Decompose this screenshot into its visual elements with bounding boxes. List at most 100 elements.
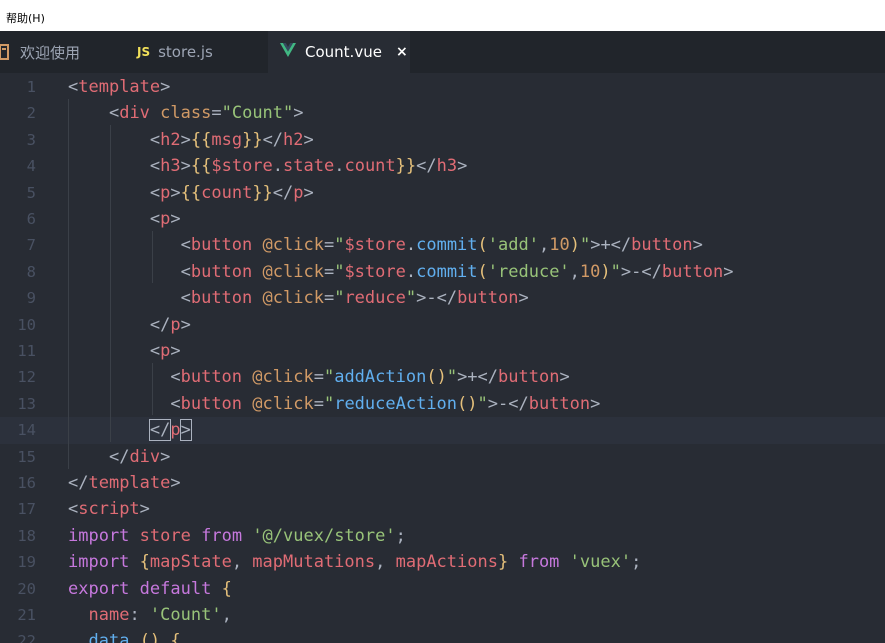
code-line[interactable]: 3 <h2>{{msg}}</h2> [0,127,885,153]
code-token: > [518,288,529,309]
line-number: 13 [17,394,36,413]
code-token: </ [272,182,294,203]
code-line[interactable]: 9 <button @click="reduce">-</button> [0,285,885,311]
code-token: reduce [344,288,406,309]
code-line[interactable]: 20 export default { [0,576,885,602]
code-line[interactable]: 13 <button @click="reduceAction()">-</bu… [0,391,885,417]
code-token: template [88,473,171,493]
code-token: p [170,420,181,441]
tab-count-vue[interactable]: Count.vue × [268,31,410,73]
code-token: > [160,77,171,97]
code-token: > [180,314,191,335]
line-number: 14 [17,421,36,440]
code-token: count [344,156,396,177]
code-line[interactable]: 7 <button @click="$store.commit('add',10… [0,232,885,258]
code-line[interactable]: 11 <p> [0,338,885,364]
code-line[interactable]: 5 <p>{{count}}</p> [0,180,885,206]
code-token: > [180,129,191,150]
code-text: </template> [68,470,181,496]
code-token: $store [344,235,406,256]
code-token: $store [211,156,273,177]
line-number: 16 [17,474,36,492]
code-token: }} [252,182,273,203]
code-token: > [559,367,570,388]
tab-bar: 欢迎使用 JS store.js Count.vue × [0,31,885,73]
code-token: p [160,341,171,361]
code-token: " [323,367,335,388]
code-line[interactable]: 10 </p> [0,312,885,338]
code-token: > [170,209,181,229]
code-token: addAction [334,367,427,388]
tab-label: store.js [158,43,213,61]
line-number: 17 [17,500,36,519]
code-token: ; [631,552,642,573]
code-line[interactable]: 14 </p> [0,417,885,444]
code-token: 'Count' [149,605,222,625]
code-token: < [180,261,191,282]
code-line[interactable]: 21 name: 'Count', [0,602,885,628]
code-token: " [334,235,345,256]
code-token: >-</ [620,261,662,282]
code-text: <p>{{count}}</p> [68,180,314,206]
line-number: 18 [17,526,36,545]
code-editor[interactable]: 1 <template> 2 <div class="Count"> 3 <h2>{{… [0,73,885,643]
code-token: div [129,446,161,467]
code-token: " [446,367,458,388]
code-line[interactable]: 19 import {mapState, mapMutations, mapAct… [0,549,885,575]
code-line[interactable]: 8 <button @click="$store.commit('reduce'… [0,259,885,285]
code-token: mapState [149,552,232,573]
code-token: ( [477,261,488,282]
code-token: data [88,631,130,643]
code-token: count [201,182,253,203]
code-token: }} [395,156,417,177]
code-token: "Count" [221,103,294,124]
code-line[interactable]: 15 </div> [0,444,885,470]
code-line[interactable]: 2 <div class="Count"> [0,100,885,126]
code-token: from [201,525,243,546]
code-token: h3 [160,156,181,177]
code-token: commit [416,261,478,282]
code-token: , [538,235,550,256]
code-line[interactable]: 12 <button @click="addAction()">+</butto… [0,364,885,390]
code-token: h2 [160,129,181,150]
code-line[interactable]: 4 <h3>{{$store.state.count}}</h3> [0,153,885,179]
line-number: 1 [26,78,36,96]
close-icon[interactable]: × [396,44,408,60]
code-token: {{ [190,129,212,150]
code-line[interactable]: 22 data () { [0,628,885,643]
code-token: () [457,393,478,414]
code-line[interactable]: 16 </template> [0,470,885,496]
code-token: > [180,156,191,177]
code-token: , [569,261,580,282]
code-token: </ [262,129,284,150]
code-token: div [119,103,150,124]
code-line[interactable]: 1 <template> [0,74,885,100]
code-token: button [661,261,724,282]
code-token: > [692,235,703,256]
line-number: 11 [17,342,36,360]
code-token: > [160,446,171,467]
tab-welcome[interactable]: 欢迎使用 [0,31,122,73]
code-token: p [160,182,171,203]
code-token: button [180,367,243,388]
code-token: < [170,367,181,388]
menu-help[interactable]: 帮助(H) [6,12,45,26]
code-text: <button @click="reduce">-</button> [68,285,529,311]
code-text: </div> [68,444,170,470]
code-token: from [518,552,560,573]
code-text: data () { [68,628,180,643]
code-token: . [334,156,345,177]
code-line[interactable]: 6 <p> [0,206,885,232]
code-line[interactable]: 17 <script> [0,496,885,522]
tab-store-js[interactable]: JS store.js [122,31,268,73]
code-token: , [375,552,396,573]
code-token: = [313,367,324,388]
code-line[interactable]: 18 import store from '@/vuex/store'; [0,523,885,549]
code-token: > [590,393,601,414]
code-token: " [323,393,335,414]
